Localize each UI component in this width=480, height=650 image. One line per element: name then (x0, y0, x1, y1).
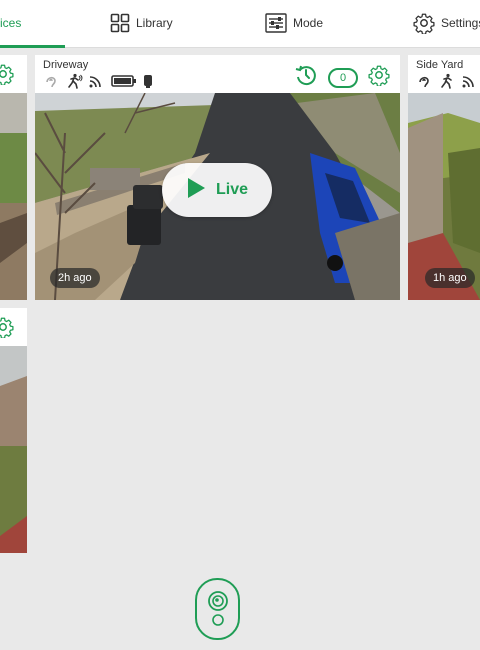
camera-thumbnail[interactable] (0, 346, 27, 553)
nav-tab-devices[interactable]: ices (0, 0, 21, 46)
nav-mode-label: Mode (293, 16, 324, 30)
history-icon[interactable] (294, 63, 318, 92)
motion-icon (438, 73, 456, 89)
play-icon (186, 177, 206, 204)
last-recorded-badge: 2h ago (50, 268, 100, 288)
sliders-icon (265, 13, 287, 33)
camera-card-partial-left[interactable] (0, 55, 27, 300)
nav-tab-mode[interactable]: Mode (265, 0, 323, 46)
nav-tab-settings[interactable]: Settings (413, 0, 480, 46)
nav-library-label: Library (136, 16, 173, 30)
camera-thumbnail-driveway[interactable]: Live 2h ago (35, 93, 400, 300)
event-count-badge[interactable]: 0 (328, 67, 358, 88)
camera-status-icons (416, 73, 478, 89)
gear-icon (413, 12, 435, 34)
camera-card-partial-left-2[interactable] (0, 308, 27, 553)
gear-icon[interactable] (0, 63, 14, 90)
active-tab-indicator (0, 45, 65, 48)
camera-name: Side Yard (416, 59, 464, 71)
camera-card-header: Driveway 0 (35, 55, 400, 93)
wifi-icon (89, 74, 105, 88)
motion-icon (65, 73, 83, 89)
camera-icon (143, 74, 153, 88)
camera-add-icon (207, 590, 229, 635)
camera-header-actions: 0 (294, 63, 390, 92)
audio-icon (416, 73, 432, 89)
nav-tab-library[interactable]: Library (110, 0, 173, 46)
live-button[interactable]: Live (162, 163, 272, 217)
camera-card-header: Side Yard (408, 55, 480, 93)
wifi-icon (462, 74, 478, 88)
nav-devices-label: ices (0, 16, 22, 30)
live-label: Live (215, 181, 248, 198)
nav-settings-label: Settings (441, 16, 480, 30)
camera-card-driveway[interactable]: Driveway 0 Live 2h ago (35, 55, 400, 300)
camera-status-icons (43, 73, 153, 89)
last-recorded-badge: 1h ago (425, 268, 475, 288)
camera-card-side-yard[interactable]: Side Yard 1h ago (408, 55, 480, 300)
grid-icon (110, 13, 130, 33)
camera-thumbnail[interactable] (0, 93, 27, 300)
camera-name: Driveway (43, 59, 89, 71)
add-camera-button[interactable] (195, 578, 240, 640)
top-navigation: ices Library Mode Setting (0, 0, 480, 48)
gear-icon[interactable] (0, 316, 14, 343)
battery-icon (111, 74, 137, 88)
camera-thumbnail-side-yard[interactable]: 1h ago (408, 93, 480, 300)
audio-icon (43, 73, 59, 89)
gear-icon[interactable] (368, 64, 390, 91)
